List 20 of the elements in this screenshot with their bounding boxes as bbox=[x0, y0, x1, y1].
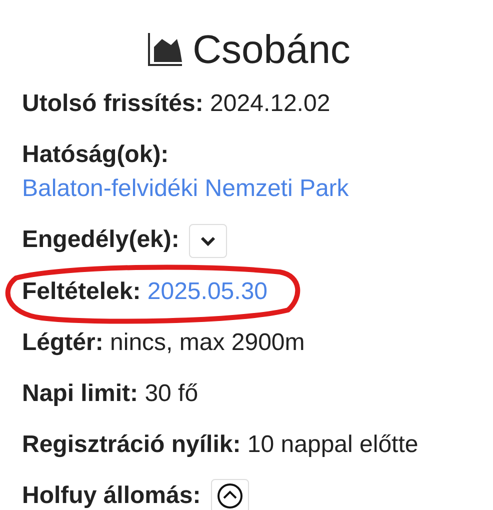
field-label: Légtér: bbox=[22, 328, 104, 356]
field-label: Holfuy állomás: bbox=[22, 482, 201, 509]
field-value: nincs, max 2900m bbox=[110, 328, 305, 356]
page-title: Csobánc bbox=[192, 27, 350, 74]
field-label: Hatóság(ok): bbox=[22, 141, 169, 168]
field-label: Utolsó frissítés: bbox=[22, 90, 204, 117]
field-value: 2024.12.02 bbox=[210, 90, 330, 117]
field-label: Regisztráció nyílik: bbox=[22, 430, 241, 458]
field-value: 30 fő bbox=[144, 380, 198, 407]
chevron-down-icon bbox=[200, 234, 216, 247]
expand-button[interactable] bbox=[210, 479, 249, 510]
area-chart-icon bbox=[146, 33, 183, 67]
field-label: Feltételek: bbox=[22, 278, 141, 305]
link[interactable]: Balaton-felvidéki Nemzeti Park bbox=[22, 172, 349, 206]
field-value: 10 nappal előtte bbox=[247, 430, 418, 458]
up-circle-icon bbox=[216, 483, 243, 510]
dropdown-button[interactable] bbox=[189, 224, 228, 258]
field-label: Napi limit: bbox=[22, 380, 138, 407]
link[interactable]: 2025.05.30 bbox=[147, 274, 268, 309]
field-label: Engedély(ek): bbox=[22, 226, 180, 253]
